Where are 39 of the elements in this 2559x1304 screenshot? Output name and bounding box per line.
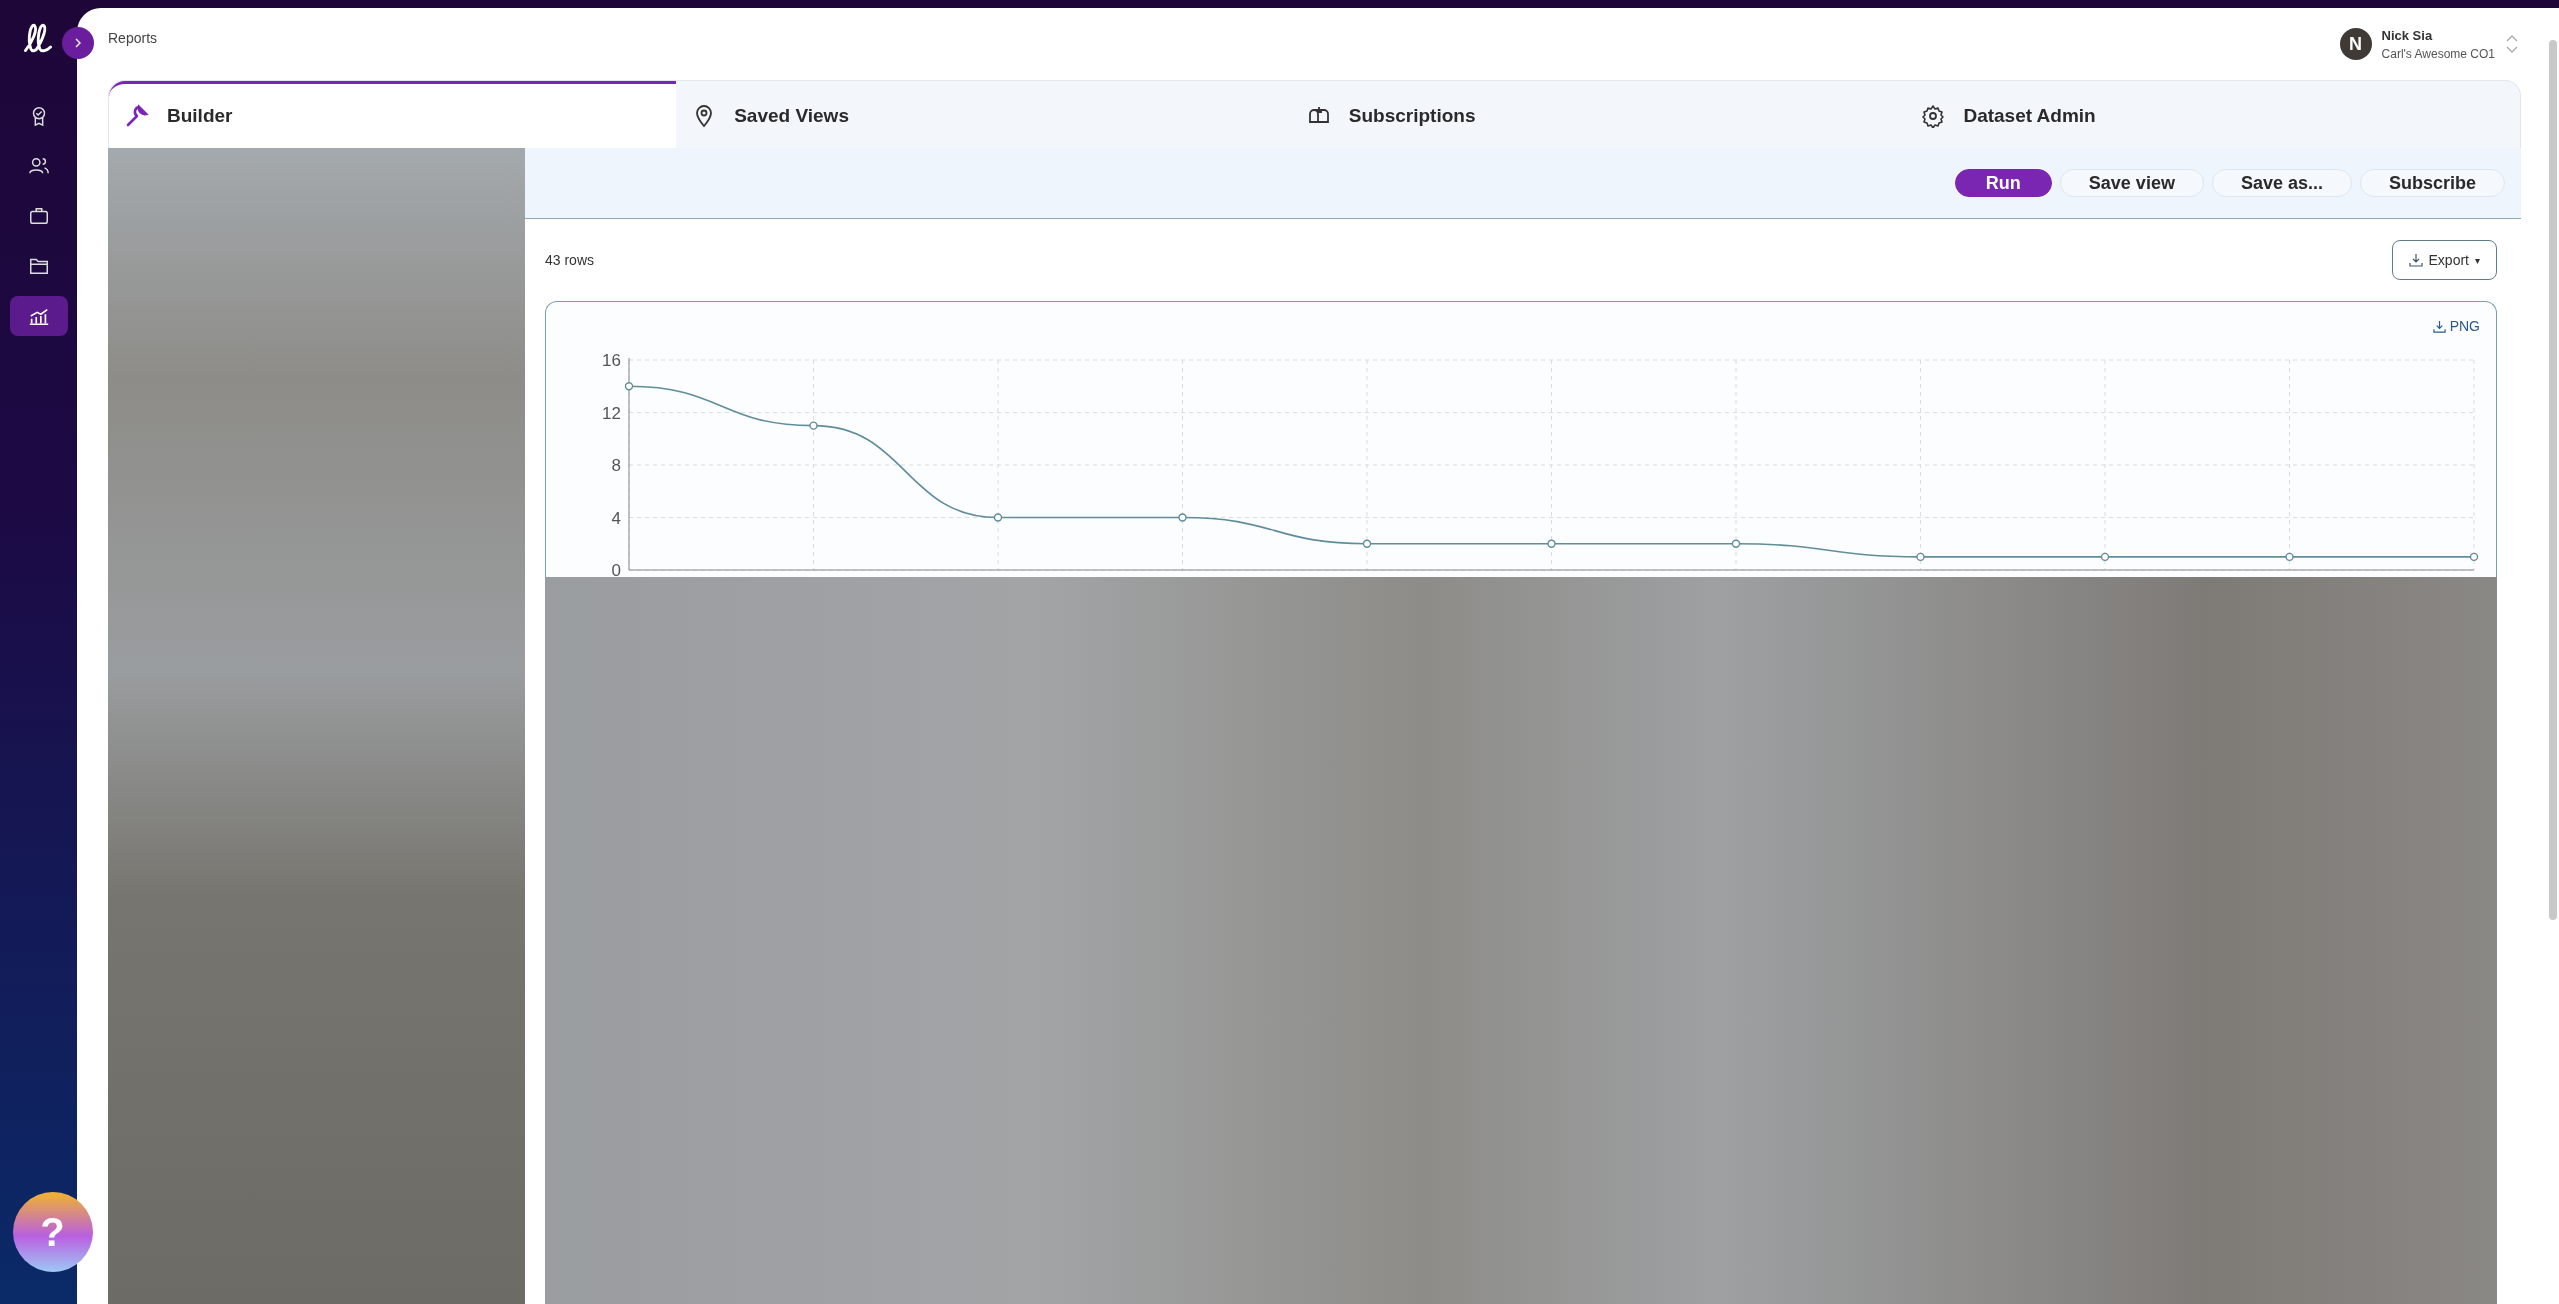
data-point <box>1178 513 1187 522</box>
row-count: 43 rows <box>545 252 595 268</box>
y-tick-label: 12 <box>602 403 621 423</box>
expand-button[interactable] <box>62 27 94 59</box>
action-button[interactable]: Subscribe <box>2359 169 2505 197</box>
y-tick-label: 4 <box>611 508 621 528</box>
wrench-icon <box>125 104 149 128</box>
data-point <box>2100 552 2110 562</box>
settings-icon <box>1921 104 1946 128</box>
action-button[interactable]: Save view <box>2059 169 2204 197</box>
action-button[interactable]: Save as... <box>2211 169 2352 197</box>
sidebar-item[interactable] <box>9 296 68 336</box>
breadcrumb: Reports <box>108 30 158 46</box>
data-point <box>809 421 818 430</box>
data-point <box>1547 539 1556 548</box>
export-button[interactable]: Export ▾ <box>2391 240 2497 280</box>
data-point <box>1916 552 1925 562</box>
download-icon <box>2408 253 2423 267</box>
y-tick-label: 0 <box>611 561 621 577</box>
organization-name: Carl's Awesome CO1 <box>2381 46 2495 61</box>
tab[interactable]: Saved Views <box>676 81 1291 148</box>
data-point <box>2285 552 2294 562</box>
data-point <box>624 382 634 391</box>
data-point <box>2469 552 2479 562</box>
png-download-link[interactable]: PNG <box>2432 318 2480 334</box>
data-point <box>993 513 1003 522</box>
action-button[interactable]: Run <box>1954 169 2052 197</box>
tab[interactable]: Builder <box>109 81 677 148</box>
data-point <box>1362 539 1372 548</box>
tab[interactable]: Dataset Admin <box>1905 81 2520 148</box>
tab[interactable]: Subscriptions <box>1290 81 1906 148</box>
y-tick-label: 8 <box>611 456 621 475</box>
user-name: Nick Sia <box>2381 27 2434 43</box>
y-tick-label: 16 <box>602 351 621 370</box>
avatar: N <box>2339 28 2372 60</box>
scrollbar[interactable] <box>2549 40 2557 920</box>
briefcase-icon <box>27 205 50 227</box>
data-point <box>1731 539 1741 548</box>
download-icon <box>2432 319 2446 333</box>
